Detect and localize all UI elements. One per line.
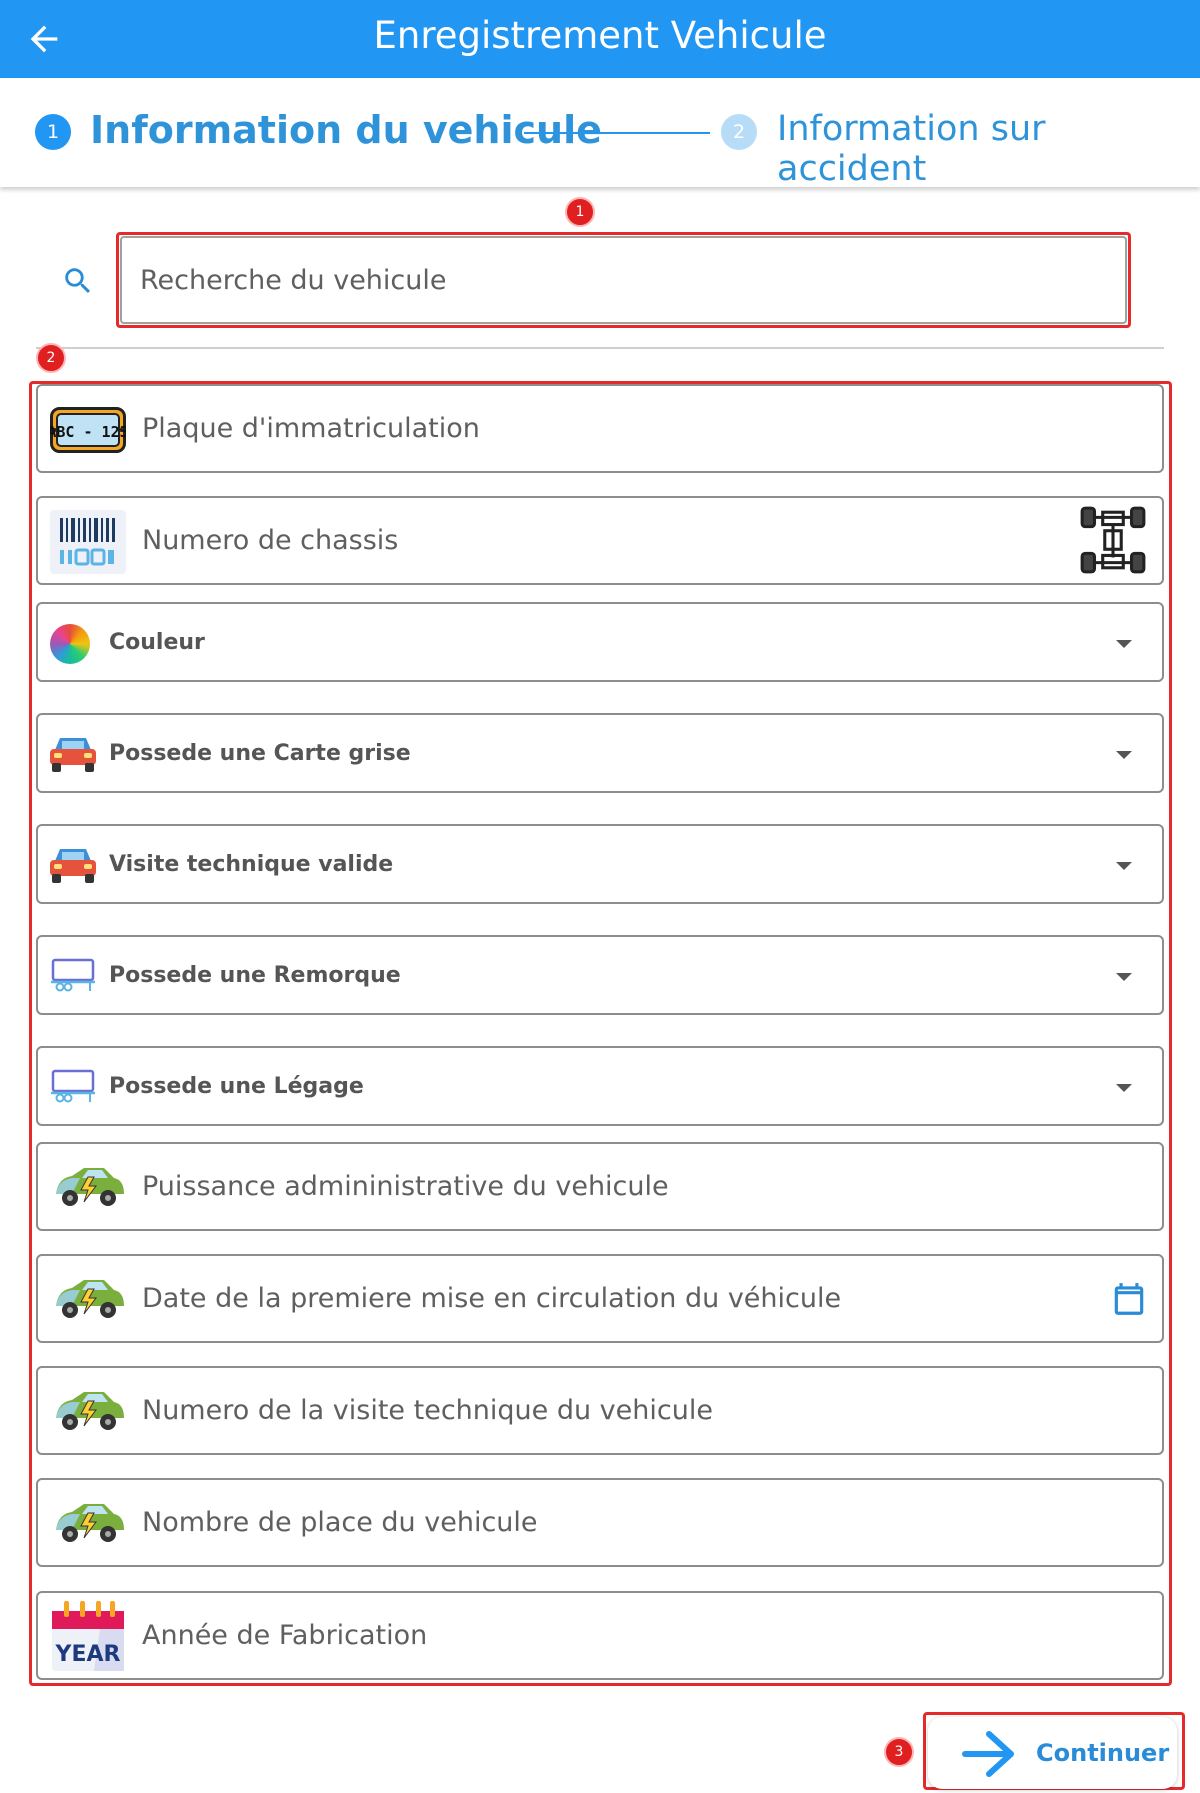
chevron-down-icon (1116, 862, 1132, 870)
arrow-right-icon (962, 1731, 1014, 1777)
search-input[interactable] (120, 236, 1127, 324)
car-icon (50, 738, 96, 772)
plate-number-label: Plaque d'immatriculation (142, 413, 480, 444)
color-label: Couleur (109, 630, 205, 655)
step-2-indicator[interactable]: 2 (721, 114, 757, 150)
continue-button[interactable]: Continuer (928, 1717, 1177, 1789)
year-calendar-icon: YEAR (52, 1601, 124, 1671)
manufacture-year-field[interactable]: YEAR Année de Fabrication (36, 1591, 1164, 1680)
legage-dropdown[interactable]: Possede une Légage (36, 1046, 1164, 1126)
search-icon (65, 268, 91, 294)
registration-card-dropdown[interactable]: Possede une Carte grise (36, 713, 1164, 793)
administrative-power-field[interactable]: Puissance admininistrative du vehicule (36, 1142, 1164, 1231)
trailer-icon (51, 958, 95, 992)
step-1-indicator[interactable]: 1 (35, 114, 71, 150)
continue-button-label: Continuer (1036, 1739, 1170, 1767)
chevron-down-icon (1116, 1084, 1132, 1092)
registration-card-label: Possede une Carte grise (109, 741, 411, 766)
electric-car-icon (56, 1504, 124, 1542)
trailer-dropdown[interactable]: Possede une Remorque (36, 935, 1164, 1015)
electric-car-icon (56, 1280, 124, 1318)
color-wheel-icon (50, 624, 90, 664)
chevron-down-icon (1116, 640, 1132, 648)
electric-car-icon (56, 1392, 124, 1430)
calendar-icon[interactable] (1110, 1280, 1148, 1318)
trailer-icon (51, 1069, 95, 1103)
first-registration-date-label: Date de la premiere mise en circulation … (142, 1283, 842, 1314)
seat-count-field[interactable]: Nombre de place du vehicule (36, 1478, 1164, 1567)
technical-inspection-dropdown[interactable]: Visite technique valide (36, 824, 1164, 904)
annotation-marker-3: 3 (884, 1737, 914, 1767)
technical-inspection-label: Visite technique valide (109, 852, 394, 877)
chassis-icon[interactable] (1080, 504, 1146, 576)
car-icon (50, 849, 96, 883)
barcode-icon (50, 510, 126, 574)
page-title: Enregistrement Vehicule (373, 14, 827, 57)
chevron-down-icon (1116, 751, 1132, 759)
divider (36, 347, 1164, 349)
chevron-down-icon (1116, 973, 1132, 981)
seat-count-label: Nombre de place du vehicule (142, 1507, 538, 1538)
step-connector (524, 132, 710, 134)
annotation-marker-2: 2 (36, 343, 66, 373)
app-bar: Enregistrement Vehicule (0, 0, 1200, 78)
chassis-number-field[interactable]: Numero de chassis (36, 496, 1164, 585)
plate-icon-text: ABC - 123 (50, 423, 126, 441)
plate-number-field[interactable]: ABC - 123 Plaque d'immatriculation (36, 384, 1164, 473)
year-icon-text: YEAR (55, 1642, 121, 1667)
administrative-power-label: Puissance admininistrative du vehicule (142, 1171, 669, 1202)
annotation-marker-1: 1 (565, 197, 595, 227)
license-plate-icon: ABC - 123 (50, 407, 126, 453)
legage-label: Possede une Légage (109, 1074, 364, 1099)
step-1-label[interactable]: Information du vehicule (90, 108, 602, 152)
inspection-number-label: Numero de la visite technique du vehicul… (142, 1395, 713, 1426)
manufacture-year-label: Année de Fabrication (142, 1620, 428, 1651)
trailer-label: Possede une Remorque (109, 963, 401, 988)
step-2-label[interactable]: Information sur accident (777, 109, 1200, 189)
first-registration-date-field[interactable]: Date de la premiere mise en circulation … (36, 1254, 1164, 1343)
color-dropdown[interactable]: Couleur (36, 602, 1164, 682)
inspection-number-field[interactable]: Numero de la visite technique du vehicul… (36, 1366, 1164, 1455)
stepper: 1 Information du vehicule 2 Information … (0, 78, 1200, 189)
electric-car-icon (56, 1168, 124, 1206)
chassis-number-label: Numero de chassis (142, 525, 399, 556)
